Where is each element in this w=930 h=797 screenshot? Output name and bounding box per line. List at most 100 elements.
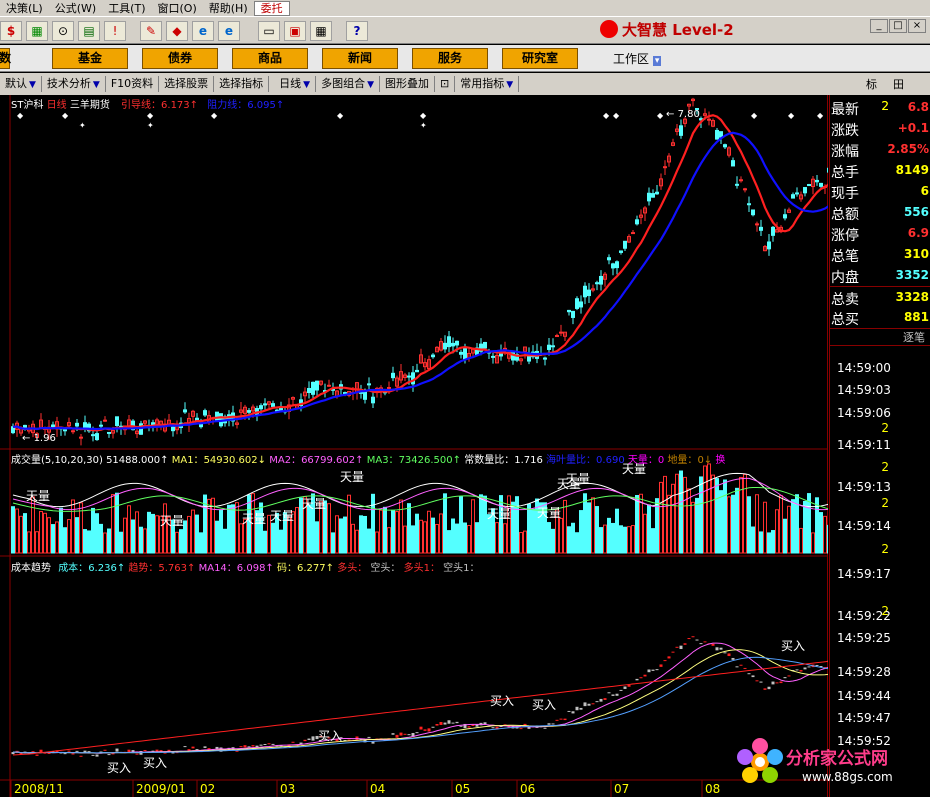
volume-bar <box>775 509 779 554</box>
nav-news[interactable]: 新闻 <box>322 48 398 69</box>
nav-commodity[interactable]: 商品 <box>232 48 308 69</box>
volume-bar <box>827 524 828 554</box>
func-select-indicator[interactable]: 选择指标 <box>214 76 270 92</box>
volume-bar <box>375 531 379 554</box>
cost-candle <box>271 743 275 745</box>
edit-icon[interactable]: ✎ <box>140 21 162 41</box>
diamond-icon[interactable]: ◆ <box>166 21 188 41</box>
func-period[interactable]: 日线 ▼ <box>269 76 317 92</box>
kline-chart-area[interactable]: ◆ ◆ ◆ ◆ ◆ ◆ ◆ ◆ ◆ ◆ ◆ ◆ ✦ ✦ ✦ 天量 天量 天量 天量 天量 天量 天量 天量 天量 天量 天量 买入买… <box>0 95 828 797</box>
volume-bar <box>207 498 211 554</box>
volume-bar <box>127 505 131 554</box>
help-icon[interactable]: ? <box>346 21 368 41</box>
menu-help[interactable]: 帮助(H) <box>203 0 254 16</box>
minimize-button[interactable]: _ <box>870 19 888 33</box>
workarea-dropdown[interactable]: 工作区 ▾ <box>613 50 662 67</box>
tick-row: 14:59:17 <box>830 563 930 585</box>
func-f10[interactable]: F10资料 <box>106 76 160 92</box>
nav-service[interactable]: 服务 <box>412 48 488 69</box>
nav-shuju[interactable]: 数 <box>0 48 11 69</box>
chart-icon[interactable]: ▤ <box>78 21 100 41</box>
volume-bar <box>635 495 639 554</box>
func-overlay[interactable]: 图形叠加 <box>380 76 436 92</box>
volume-bar <box>27 531 31 554</box>
print-icon[interactable]: ▭ <box>258 21 280 41</box>
candle-body <box>455 340 459 346</box>
quote-value: 556 <box>903 205 929 219</box>
cost-candle <box>743 667 747 669</box>
volume-bar <box>595 506 599 554</box>
volume-bar <box>791 499 795 554</box>
func-tech[interactable]: 技术分析 ▼ <box>42 76 106 92</box>
menu-formula[interactable]: 公式(W) <box>49 0 102 16</box>
volume-bar <box>695 497 699 554</box>
menu-trade[interactable]: 委托 <box>253 0 290 16</box>
func-select-stock[interactable]: 选择股票 <box>159 76 215 92</box>
dollar-icon[interactable]: $ <box>0 21 22 41</box>
candle-body <box>183 409 187 413</box>
signal-diamond: ◆ <box>613 111 620 120</box>
volume-bar <box>139 526 143 554</box>
quote-value: 6 <box>920 184 929 198</box>
func-default[interactable]: 默认 ▼ <box>0 76 42 92</box>
nav-fund[interactable]: 基金 <box>52 48 128 69</box>
volume-bar <box>719 490 723 554</box>
cost-candle <box>667 656 671 659</box>
volume-bar <box>23 513 27 554</box>
alert-icon[interactable]: ! <box>104 21 126 41</box>
func-multi[interactable]: 多图组合 ▼ <box>316 76 381 92</box>
volume-bar <box>107 528 111 554</box>
volume-bar <box>399 499 403 554</box>
volume-bar <box>683 476 687 554</box>
cost-candle <box>543 727 547 729</box>
func-common[interactable]: 常用指标 ▼ <box>455 76 520 92</box>
volume-bar <box>763 501 767 554</box>
cost-legend: 成本趋势 成本：6.236↑ 趋势：5.763↑ MA14：6.098↑ 码：6… <box>11 563 480 574</box>
cost-candle <box>635 678 639 681</box>
volume-bar <box>395 511 399 554</box>
close-button[interactable]: × <box>908 19 926 33</box>
nav-bond[interactable]: 债券 <box>142 48 218 69</box>
candle-body <box>415 369 419 373</box>
window-icon[interactable]: ▣ <box>284 21 306 41</box>
tick-tab[interactable]: 逐笔 <box>830 328 930 346</box>
menu-tools[interactable]: 工具(T) <box>102 0 151 16</box>
lock-icon[interactable]: ⊡ <box>435 76 456 92</box>
volume-bar <box>495 522 499 554</box>
grid-icon[interactable]: ▦ <box>26 21 48 41</box>
cost-candle <box>587 703 591 706</box>
menu-window[interactable]: 窗口(O) <box>152 0 203 16</box>
candle-body <box>631 232 635 235</box>
tick-time: 14:59:14 <box>837 519 891 533</box>
func-mark[interactable]: 标 <box>866 76 877 92</box>
volume-bar <box>415 513 419 554</box>
candle-body <box>607 257 611 261</box>
volume-bar <box>11 506 15 554</box>
candle-body <box>171 426 175 432</box>
cost-candle <box>95 754 99 757</box>
brand-logo: 大智慧 Level-2 <box>600 18 770 40</box>
candle-body <box>107 431 111 434</box>
calculator-icon[interactable]: ▦ <box>310 21 332 41</box>
tick-time: 14:59:44 <box>837 689 891 703</box>
volume-bar <box>99 523 103 554</box>
binoculars-icon[interactable]: ⊙ <box>52 21 74 41</box>
volume-bar <box>231 504 235 554</box>
volume-bar <box>819 512 823 554</box>
cost-candle <box>655 669 659 671</box>
candle-body <box>755 223 759 226</box>
ie-icon[interactable]: e <box>218 21 240 41</box>
volume-bar <box>31 496 35 554</box>
volume-bar <box>823 515 827 554</box>
candle-body <box>407 375 411 378</box>
quote-key: 总笔 <box>831 249 859 265</box>
layout-grid-icon[interactable]: 田 <box>893 76 904 92</box>
internet-icon[interactable]: e <box>192 21 214 41</box>
menu-decision[interactable]: 决策(L) <box>0 0 49 16</box>
nav-research[interactable]: 研究室 <box>502 48 578 69</box>
candle-body <box>555 335 559 338</box>
cost-candle <box>491 727 495 729</box>
maximize-button[interactable]: □ <box>889 19 907 33</box>
cost-trend-line <box>12 656 828 754</box>
volume-bar <box>279 529 283 554</box>
